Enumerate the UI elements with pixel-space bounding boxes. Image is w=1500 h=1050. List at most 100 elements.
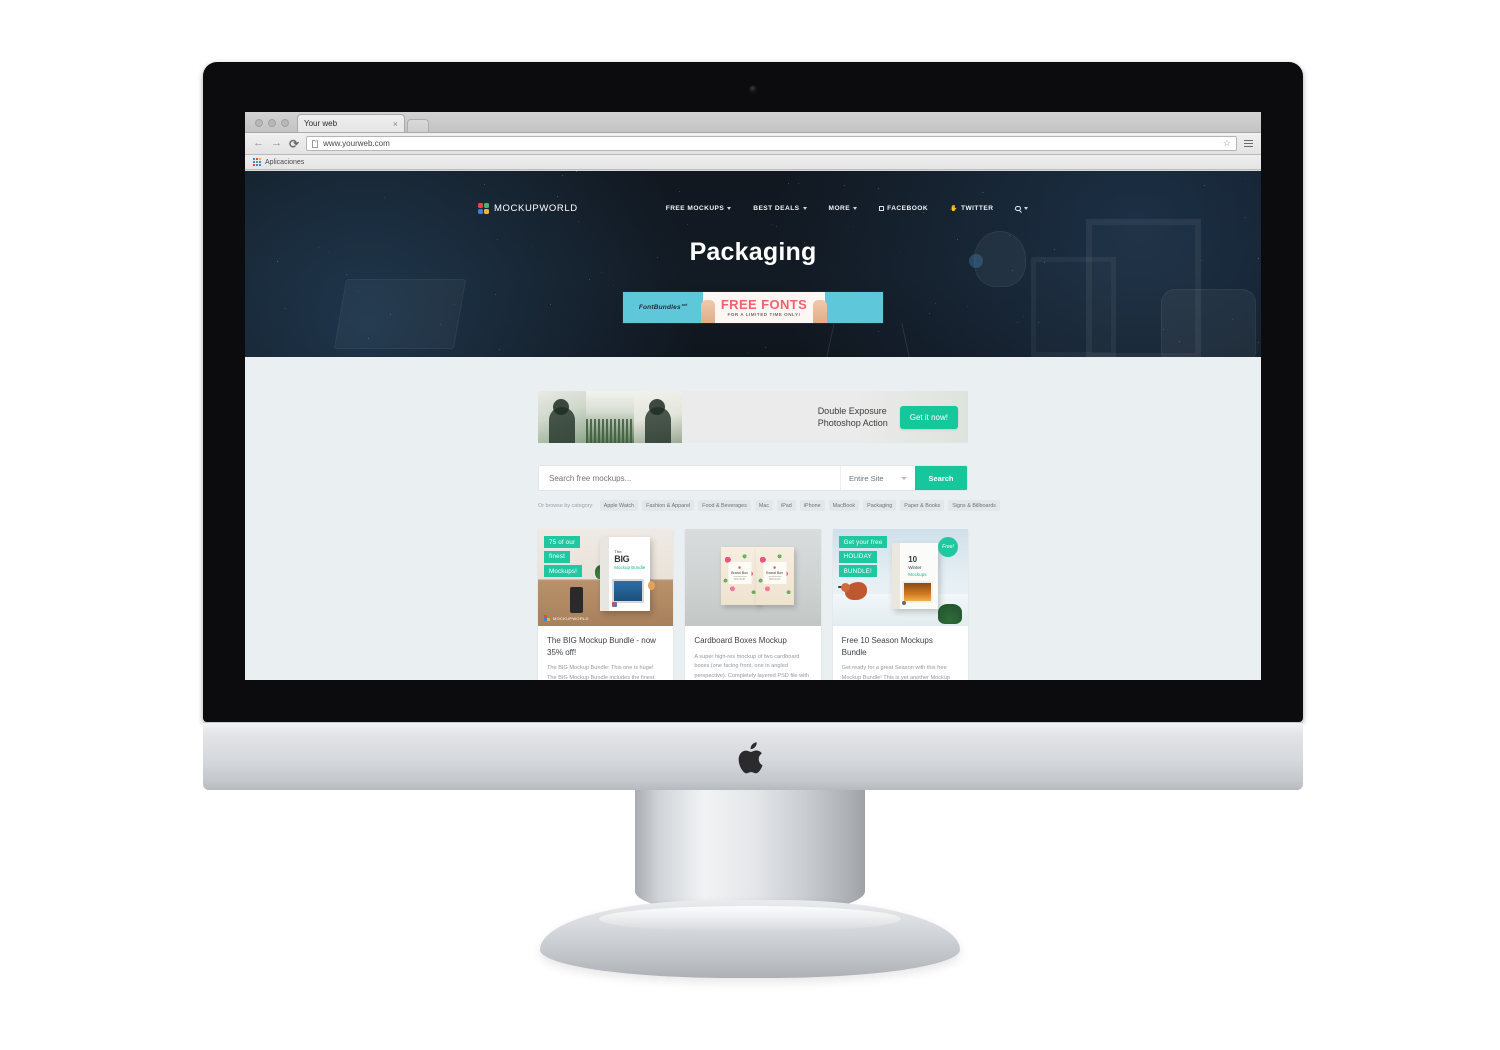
promo-banner[interactable]: Double Exposure Photoshop Action Get it … [538,391,968,443]
new-tab-button[interactable] [407,119,429,132]
free-badge: Free! [938,537,958,557]
category-food-beverages[interactable]: Food & Beverages [698,500,751,511]
bookmark-star-icon[interactable]: ☆ [1223,138,1231,149]
cardboard-box-left: ✱ Brand Box MOCKUP [721,547,759,605]
decor-star [346,274,347,275]
product-box-graphic: 10 Winter Mockups [892,543,938,609]
card-body: Cardboard Boxes Mockup A super high-res … [685,626,820,680]
watermark-text: MOCKUPWORLD [553,616,589,621]
card-description: A super high-res mockup of two cardboard… [694,653,811,680]
badge-line-1: Get your free [839,536,888,548]
badge-line-2: HOLIDAY [839,551,877,563]
hamburger-menu-icon[interactable] [1244,140,1253,147]
chevron-down-icon [727,207,731,210]
card-title[interactable]: The BIG Mockup Bundle - now 35% off! [547,635,664,658]
apple-logo-icon [738,740,768,776]
box-number: 10 [908,555,917,564]
promo-text-area: Double Exposure Photoshop Action Get it … [682,391,968,443]
nav-item-more[interactable]: MORE [829,205,858,212]
category-packaging[interactable]: Packaging [863,500,896,511]
decor-star [853,226,854,227]
chevron-down-icon [853,207,857,210]
address-bar[interactable]: www.yourweb.com ☆ [306,136,1237,151]
category-paper-books[interactable]: Paper & Books [900,500,944,511]
decor-easel-leg-left [826,323,834,356]
card-title[interactable]: Cardboard Boxes Mockup [694,635,811,647]
cardboard-box-right: ✱ Brand Box MOCKUP [756,547,794,605]
minimize-window-button[interactable] [268,119,276,127]
card-body: The BIG Mockup Bundle - now 35% off! The… [538,626,673,680]
site-logo[interactable]: MOCKUPWORLD [478,203,578,214]
site-logo-text: MOCKUPWORLD [494,203,578,214]
close-window-button[interactable] [255,119,263,127]
search-input[interactable] [539,466,840,490]
bookmark-apps-label[interactable]: Aplicaciones [265,159,304,166]
logo-icon [478,203,489,214]
category-list-label: Or browse by category: [538,503,594,509]
search-scope-dropdown[interactable]: Entire Site [840,466,915,490]
main-content: Double Exposure Photoshop Action Get it … [245,357,1261,680]
forward-icon[interactable]: → [271,138,282,149]
fontbundles-message: FREE FONTS FOR A LIMITED TIME ONLY! [703,298,825,317]
imac-screen: Your web × ← → ⟳ www.yourweb.com ☆ Aplic… [245,112,1261,680]
nav-label: TWITTER [961,205,993,212]
close-icon[interactable]: × [393,119,398,129]
decor-star [967,306,968,307]
category-mac[interactable]: Mac [755,500,773,511]
category-iphone[interactable]: iPhone [800,500,825,511]
nav-item-twitter[interactable]: ✋ TWITTER [950,205,993,212]
imac-stand-base [540,900,960,978]
fontbundles-logo-text: FontBundles.net [639,303,687,311]
search-button[interactable]: Search [915,466,967,490]
window-controls[interactable] [245,119,297,132]
browser-tab[interactable]: Your web × [297,114,405,132]
fontbundles-ad-banner[interactable]: FontBundles.net FREE FONTS FOR A LIMITED… [622,291,884,324]
card-description: Get ready for a great Season with this f… [842,664,959,680]
decor-star [765,347,766,348]
card-title[interactable]: Free 10 Season Mockups Bundle [842,635,959,658]
fontbundles-logo-area: FontBundles.net [623,292,703,323]
mockup-card[interactable]: 10 Winter Mockups Free! Get your free HO… [833,529,968,680]
category-fashion-apparel[interactable]: Fashion & Apparel [642,500,694,511]
category-signs-billboards[interactable]: Signs & Billboards [948,500,1000,511]
twitter-icon: ✋ [950,205,958,212]
search-scope-value: Entire Site [849,474,884,483]
category-ipad[interactable]: iPad [777,500,796,511]
card-image-cardboard-boxes: ✱ Brand Box MOCKUP ✱ Brand Box MOCKUP [685,529,820,626]
product-box-graphic: The BIG Mockup Bundle [600,537,650,611]
decor-star [776,226,777,227]
back-icon[interactable]: ← [253,138,264,149]
decor-star [935,303,936,304]
decor-star [747,352,748,353]
reload-icon[interactable]: ⟳ [289,137,299,151]
hand-icon-right [813,300,827,324]
category-list: Or browse by category: Apple Watch Fashi… [538,500,968,511]
website-viewport: MOCKUPWORLD FREE MOCKUPS BEST DEALS MORE… [245,171,1261,680]
promo-line-2: Photoshop Action [818,417,888,429]
promo-thumb-3 [634,391,682,443]
nav-label: FACEBOOK [887,205,928,212]
browser-tab-title: Your web [304,119,387,128]
nav-item-search[interactable] [1015,206,1028,212]
mockup-card[interactable]: ✱ Brand Box MOCKUP ✱ Brand Box MOCKUP Ca… [685,529,820,680]
badge-line-3: Mockups! [544,565,582,577]
nav-item-facebook[interactable]: FACEBOOK [879,205,928,212]
decor-star [390,314,391,315]
nav-item-best-deals[interactable]: BEST DEALS [753,205,806,212]
label-brand-name: Brand Box [728,571,751,575]
zoom-window-button[interactable] [281,119,289,127]
decor-star [578,221,579,222]
category-apple-watch[interactable]: Apple Watch [600,500,638,511]
decor-star [1232,319,1233,320]
decor-star [550,304,551,305]
main-menu: FREE MOCKUPS BEST DEALS MORE FACEBOOK ✋ … [666,205,1028,212]
get-it-now-button[interactable]: Get it now! [900,406,958,429]
hero-section: MOCKUPWORLD FREE MOCKUPS BEST DEALS MORE… [245,171,1261,357]
category-macbook[interactable]: MacBook [829,500,859,511]
mockup-card[interactable]: The BIG Mockup Bundle 75 of our finest M… [538,529,673,680]
decor-star [495,294,496,295]
nav-item-free-mockups[interactable]: FREE MOCKUPS [666,205,732,212]
apps-grid-icon[interactable] [253,158,261,166]
chevron-down-icon [901,477,907,480]
promo-thumb-2 [586,391,634,443]
